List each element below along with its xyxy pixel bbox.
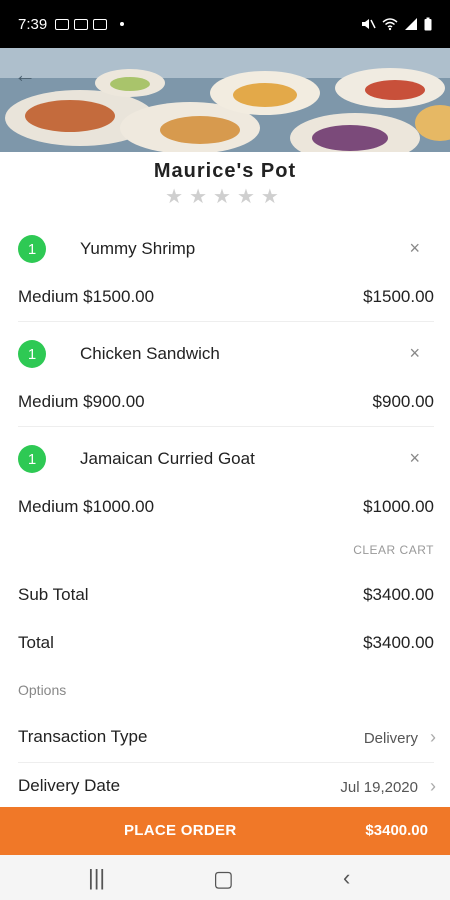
quantity-badge: 1 <box>18 235 46 263</box>
place-order-label: PLACE ORDER <box>124 822 237 839</box>
mute-icon <box>362 19 376 29</box>
gallery-icon <box>93 18 108 30</box>
quantity-badge: 1 <box>18 340 46 368</box>
chevron-right-icon: › <box>430 727 436 747</box>
delivery-date-label: Delivery Date <box>18 776 121 795</box>
rating-stars: ★★★★★ <box>0 184 450 209</box>
item-size-price: Medium $1000.00 <box>18 497 155 516</box>
image-icon <box>55 18 70 30</box>
star-icon: ★ <box>213 186 237 208</box>
transaction-type-value: Delivery <box>363 730 418 747</box>
item-line-price: $1000.00 <box>363 497 434 516</box>
star-icon: ★ <box>236 186 261 208</box>
close-icon[interactable]: × <box>409 343 420 364</box>
youtube-icon <box>74 18 89 30</box>
recent-apps-icon[interactable]: ||| <box>88 865 105 891</box>
place-order-button[interactable]: PLACE ORDER $3400.00 <box>0 807 450 855</box>
total-value: $3400.00 <box>363 633 434 652</box>
chevron-right-icon: › <box>430 776 436 796</box>
subtotal-value: $3400.00 <box>363 585 434 604</box>
restaurant-banner-image <box>0 48 450 152</box>
status-time: 7:39 <box>18 15 48 33</box>
item-name: Chicken Sandwich <box>80 344 220 363</box>
place-order-total: $3400.00 <box>365 822 428 839</box>
divider <box>18 321 434 322</box>
delivery-date-value: Jul 19,2020 <box>340 779 418 796</box>
wifi-icon <box>382 18 398 31</box>
transaction-type-label: Transaction Type <box>18 727 148 746</box>
home-icon[interactable]: ▢ <box>213 866 234 892</box>
divider <box>18 426 434 427</box>
system-navigation-bar: ||| ▢ ‹ <box>0 855 450 900</box>
subtotal-label: Sub Total <box>18 585 89 604</box>
item-name: Yummy Shrimp <box>80 239 196 258</box>
more-dot-icon <box>120 22 125 26</box>
system-icons <box>360 17 432 31</box>
item-size-price: Medium $1500.00 <box>18 287 155 306</box>
quantity-badge: 1 <box>18 445 46 473</box>
total-label: Total <box>18 633 54 652</box>
battery-icon <box>424 17 432 31</box>
back-arrow-icon[interactable]: ← <box>14 62 36 88</box>
food-platter-image <box>0 48 450 152</box>
star-icon: ★ <box>165 186 190 208</box>
options-section-label: Options <box>18 682 67 698</box>
status-bar: 7:39 <box>0 0 450 48</box>
divider <box>18 762 434 763</box>
item-line-price: $1500.00 <box>363 287 434 306</box>
star-icon: ★ <box>189 186 214 208</box>
close-icon[interactable]: × <box>409 238 420 259</box>
notification-icons <box>55 18 125 30</box>
item-name: Jamaican Curried Goat <box>80 449 255 468</box>
close-icon[interactable]: × <box>409 448 420 469</box>
star-icon: ★ <box>260 186 285 208</box>
signal-icon <box>405 18 417 30</box>
back-icon[interactable]: ‹ <box>343 865 350 891</box>
restaurant-name: Maurice's Pot <box>153 160 297 182</box>
item-line-price: $900.00 <box>372 392 434 411</box>
item-size-price: Medium $900.00 <box>18 392 145 411</box>
clear-cart-button[interactable]: CLEAR CART <box>353 543 434 557</box>
